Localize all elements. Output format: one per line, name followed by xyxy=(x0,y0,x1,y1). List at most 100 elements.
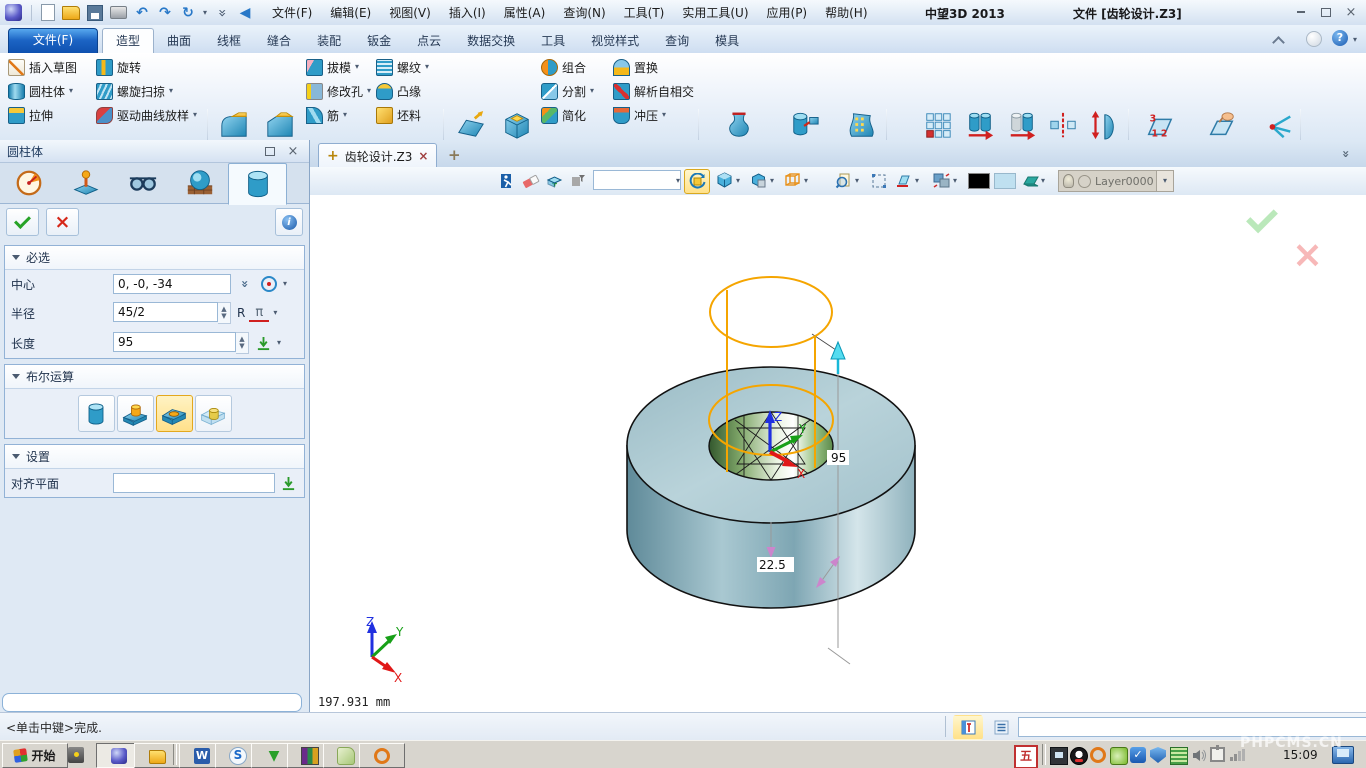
layer-circle-icon[interactable] xyxy=(1078,175,1091,188)
dropdown-arrow-icon[interactable]: ▾ xyxy=(283,280,287,288)
ribbon-btn-resolve-selfintersection[interactable]: 解析自相交 xyxy=(613,81,694,101)
tab-dataexchange[interactable]: 数据交换 xyxy=(454,29,528,54)
ribbon-btn-draft[interactable]: 拔模 ▾ xyxy=(306,57,359,77)
tab-assembly[interactable]: 装配 xyxy=(304,29,354,54)
frame-select-icon[interactable] xyxy=(868,170,889,191)
menu-attribute[interactable]: 属性(A) xyxy=(495,1,555,24)
tab-input-joystick-icon[interactable] xyxy=(57,163,114,203)
ribbon-btn-cylinder[interactable]: 圆柱体 ▾ xyxy=(8,81,73,101)
align-plane-input[interactable] xyxy=(113,473,275,493)
boolean-add-button[interactable] xyxy=(117,395,154,432)
tray-person-icon[interactable] xyxy=(1090,747,1106,763)
command-list-button[interactable] xyxy=(986,715,1016,740)
cancel-ghost-icon[interactable]: × xyxy=(1292,237,1323,273)
cancel-button[interactable]: × xyxy=(46,208,79,236)
radius-toggle[interactable]: R xyxy=(237,306,245,320)
tray-nvidia-icon[interactable] xyxy=(1110,747,1128,765)
collapse-ribbon-icon[interactable] xyxy=(1274,36,1283,50)
tab-inquire[interactable]: 查询 xyxy=(652,29,702,54)
start-button[interactable]: 开始 xyxy=(2,743,68,768)
zoom-document-icon[interactable] xyxy=(833,170,854,191)
tray-monitor-icon[interactable] xyxy=(1050,747,1068,765)
tab-sheetmetal[interactable]: 钣金 xyxy=(354,29,404,54)
ribbon-btn-thread[interactable]: 螺纹 ▾ xyxy=(376,57,429,77)
ribbon-btn-extrude[interactable]: 拉伸 xyxy=(8,105,53,125)
menu-edit[interactable]: 编辑(E) xyxy=(321,1,380,24)
info-button[interactable]: i xyxy=(275,208,303,236)
boolean-intersect-button[interactable] xyxy=(195,395,232,432)
tab-mold[interactable]: 模具 xyxy=(702,29,752,54)
ribbon-btn-simplify[interactable]: 简化 xyxy=(541,105,586,125)
dropdown-arrow-icon[interactable]: ▾ xyxy=(277,339,281,347)
menu-help[interactable]: 帮助(H) xyxy=(816,1,876,24)
length-input[interactable] xyxy=(113,332,236,352)
insert-box-icon[interactable] xyxy=(544,170,565,191)
dropdown-arrow-icon[interactable]: ▾ xyxy=(915,177,919,185)
tab-visualstyle[interactable]: 视觉样式 xyxy=(578,29,652,54)
ribbon-btn-modify-hole[interactable]: 修改孔 ▾ xyxy=(306,81,371,101)
tab-preview-glasses-icon[interactable] xyxy=(114,163,171,203)
dropdown-arrow-icon[interactable]: ▾ xyxy=(355,63,359,71)
expand-chevrons-icon[interactable]: » xyxy=(235,274,255,294)
boolean-remove-button[interactable] xyxy=(156,395,193,432)
dropdown-arrow-icon[interactable]: ▾ xyxy=(273,309,277,317)
dialog-close-button[interactable]: × xyxy=(284,144,302,158)
undo-icon[interactable]: ↶ xyxy=(134,5,150,21)
dropdown-arrow-icon[interactable]: ▾ xyxy=(425,63,429,71)
menu-file[interactable]: 文件(F) xyxy=(263,1,321,24)
dropdown-arrow-icon[interactable]: ▾ xyxy=(953,177,957,185)
boolean-base-button[interactable] xyxy=(78,395,115,432)
ime-wubi-icon[interactable]: 五 xyxy=(1014,745,1038,768)
ribbon-btn-insert-sketch[interactable]: 插入草图 xyxy=(8,57,77,77)
direction-arrow[interactable] xyxy=(831,342,845,374)
eraser-icon[interactable] xyxy=(520,170,541,191)
dropdown-arrow-icon[interactable]: ▾ xyxy=(69,87,73,95)
print-icon[interactable] xyxy=(110,6,127,19)
save-icon[interactable] xyxy=(87,5,103,21)
refresh-icon[interactable]: ↻ xyxy=(180,5,196,21)
tab-pointcloud[interactable]: 点云 xyxy=(404,29,454,54)
section-header[interactable]: 布尔运算 xyxy=(5,365,304,389)
tab-sew[interactable]: 缝合 xyxy=(254,29,304,54)
rotate-view-icon[interactable] xyxy=(684,169,710,194)
section-header[interactable]: 必选 xyxy=(5,246,304,270)
radius-input[interactable] xyxy=(113,302,218,322)
screenshot-tool-icon[interactable] xyxy=(68,747,84,763)
tab-wireframe[interactable]: 线框 xyxy=(204,29,254,54)
dialog-restore-button[interactable] xyxy=(261,144,279,158)
ribbon-btn-split[interactable]: 分割 ▾ xyxy=(541,81,594,101)
dropdown-arrow-icon[interactable]: ▾ xyxy=(804,177,808,185)
dropdown-arrow-icon[interactable]: ▾ xyxy=(169,87,173,95)
dropdown-arrow-icon[interactable]: ▾ xyxy=(855,177,859,185)
tab-surface[interactable]: 曲面 xyxy=(154,29,204,54)
shaded-view-icon[interactable] xyxy=(714,170,735,191)
viewport-3d[interactable]: 95 22.5 Z Y X xyxy=(310,195,1366,712)
redo-icon[interactable]: ↷ xyxy=(157,5,173,21)
command-input[interactable] xyxy=(1018,717,1366,737)
combobox-arrow-icon[interactable]: ▾ xyxy=(676,177,680,185)
menu-application[interactable]: 应用(P) xyxy=(758,1,817,24)
tab-render-sphere-icon[interactable] xyxy=(171,163,228,203)
toolbox-panel-button[interactable] xyxy=(953,715,983,740)
menu-view[interactable]: 视图(V) xyxy=(380,1,440,24)
restore-button[interactable] xyxy=(1317,5,1335,19)
tab-overflow-icon[interactable]: » xyxy=(1339,150,1353,158)
refresh-dropdown-icon[interactable]: ▾ xyxy=(203,9,207,17)
spinner[interactable]: ▲▼ xyxy=(218,302,231,324)
tab-shape[interactable]: 造型 xyxy=(102,28,154,54)
selection-filter-icon[interactable] xyxy=(567,170,588,191)
menu-inquire[interactable]: 查询(N) xyxy=(554,1,614,24)
sketch-plane-icon[interactable] xyxy=(893,170,914,191)
face-display-icon[interactable] xyxy=(1020,170,1041,191)
image-swap-icon[interactable] xyxy=(931,170,952,191)
expression-pi-icon[interactable]: π xyxy=(249,304,269,322)
filter-combobox[interactable] xyxy=(593,170,681,190)
menu-utilities[interactable]: 实用工具(U) xyxy=(673,1,757,24)
wireframe-cube-icon[interactable] xyxy=(782,170,803,191)
ribbon-btn-flange[interactable]: 凸缘 xyxy=(376,81,421,101)
tray-check-shield-icon[interactable]: ✓ xyxy=(1130,747,1146,763)
tab-cylinder-icon[interactable] xyxy=(228,163,287,205)
show-desktop-icon[interactable] xyxy=(1332,746,1354,764)
ribbon-btn-spiral-sweep[interactable]: 螺旋扫掠 ▾ xyxy=(96,81,173,101)
minimize-button[interactable] xyxy=(1292,5,1310,19)
